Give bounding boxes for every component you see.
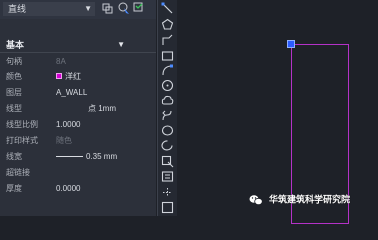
wechat-icon	[249, 194, 263, 206]
property-label: 厚度	[6, 184, 22, 193]
property-value: 点 1mm	[88, 104, 116, 113]
chevron-down-icon: ▼	[84, 4, 92, 13]
circle-icon[interactable]	[161, 79, 174, 92]
watermark-text: 华筑建筑科学研究院	[269, 194, 351, 205]
draw-toolbar	[157, 0, 178, 216]
cloud-icon[interactable]	[161, 94, 174, 107]
property-value: 8A	[56, 57, 66, 66]
property-row-linetype-scale[interactable]: 线型比例 1.0000	[0, 117, 156, 132]
object-type-dropdown[interactable]: 直线 ▼	[3, 2, 95, 16]
property-row-layer[interactable]: 图层 A_WALL	[0, 85, 156, 100]
property-row-lineweight[interactable]: 线宽 0.35 mm	[0, 149, 156, 164]
property-value: 0.35 mm	[86, 152, 118, 161]
property-value: 随色	[56, 136, 72, 145]
property-label: 线型	[6, 104, 22, 113]
color-name: 洋红	[65, 72, 81, 81]
property-value: A_WALL	[56, 88, 88, 97]
insert-block-icon[interactable]	[161, 155, 174, 168]
polygon-icon[interactable]	[161, 18, 174, 31]
object-type-value: 直线	[8, 4, 27, 14]
selection-grip[interactable]	[287, 40, 295, 48]
color-swatch	[56, 73, 62, 79]
quick-select-icon[interactable]	[133, 2, 145, 15]
property-row-linetype[interactable]: 线型 点 1mm	[0, 101, 156, 116]
property-row-handle[interactable]: 句柄 8A	[0, 54, 156, 69]
lineweight-preview	[56, 156, 83, 157]
property-label: 线宽	[6, 152, 22, 161]
ellipse-arc-icon[interactable]	[161, 139, 174, 152]
properties-panel: 直线 ▼ 基本 ▼ 句柄 8A 颜色 洋红 图层 A_WALL 线型 点 1mm…	[0, 0, 156, 216]
property-label: 颜色	[6, 72, 22, 81]
ellipse-icon[interactable]	[161, 124, 174, 137]
property-label: 句柄	[6, 57, 22, 66]
polyline-icon[interactable]	[161, 34, 174, 47]
property-value: 0.0000	[56, 184, 81, 193]
arc-icon[interactable]	[161, 64, 174, 77]
property-value-color[interactable]: 洋红	[56, 69, 81, 84]
properties-toolbar: 直线 ▼	[0, 0, 156, 19]
point-icon[interactable]	[161, 186, 174, 199]
line-icon[interactable]	[161, 2, 174, 15]
chevron-down-icon: ▼	[117, 40, 125, 49]
property-label: 打印样式	[6, 136, 38, 145]
section-basic-title: 基本	[6, 40, 25, 50]
layer-copy-icon[interactable]	[102, 2, 114, 15]
property-row-color[interactable]: 颜色 洋红	[0, 69, 156, 84]
property-row-hyperlink[interactable]: 超链接	[0, 165, 156, 180]
property-row-plot-style[interactable]: 打印样式 随色	[0, 133, 156, 148]
hatch-icon[interactable]	[161, 201, 174, 214]
section-basic[interactable]: 基本 ▼	[0, 38, 156, 52]
spline-icon[interactable]	[161, 109, 174, 122]
watermark: 华筑建筑科学研究院	[249, 192, 350, 206]
select-objects-icon[interactable]	[118, 2, 130, 15]
section-divider	[0, 52, 156, 53]
property-label: 线型比例	[6, 120, 38, 129]
property-label: 超链接	[6, 168, 30, 177]
property-row-thickness[interactable]: 厚度 0.0000	[0, 181, 156, 196]
property-value: 1.0000	[56, 120, 81, 129]
make-block-icon[interactable]	[161, 170, 174, 183]
rectangle-icon[interactable]	[161, 49, 174, 62]
property-label: 图层	[6, 88, 22, 97]
